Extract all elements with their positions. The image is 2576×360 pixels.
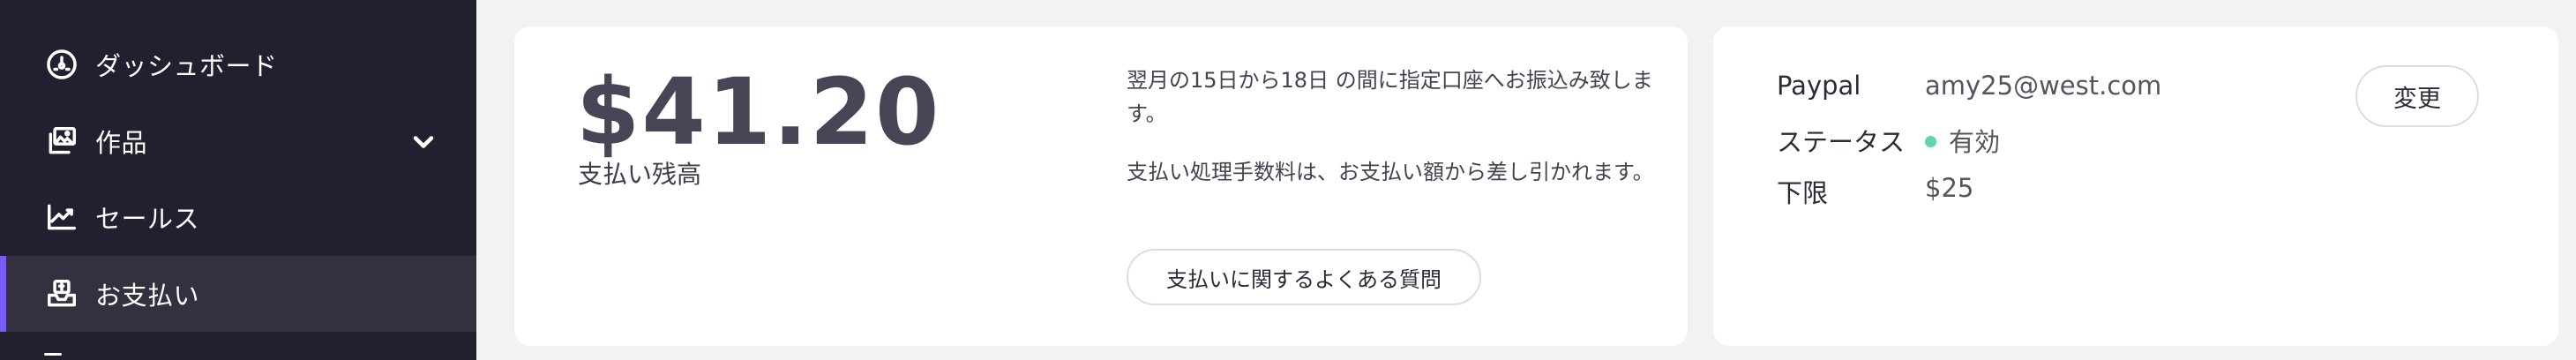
artwork-images-icon xyxy=(44,124,79,159)
dashboard-gauge-icon xyxy=(44,47,79,82)
payout-method-value: amy25@west.com xyxy=(1925,71,2162,101)
sidebar-item-label: 作品 xyxy=(95,128,148,158)
status-dot-icon xyxy=(1925,135,1936,147)
status-badge: 有効 xyxy=(1925,122,2000,159)
payout-fee-note: 支払い処理手数料は、お支払い額から差し引かれます。 xyxy=(1127,160,1654,184)
sidebar-item-works[interactable]: 作品 xyxy=(0,103,476,179)
payout-method-label: Paypal xyxy=(1777,71,1861,101)
sales-chart-icon xyxy=(44,199,79,235)
status-label: ステータス xyxy=(1777,127,1906,157)
sidebar: ダッシュボード 作品 セールス お支払い xyxy=(0,0,476,360)
chevron-down-icon[interactable] xyxy=(408,126,439,158)
payout-account-card: Paypal amy25@west.com ステータス 有効 下限 $25 変更 xyxy=(1713,26,2558,346)
sidebar-item-sales[interactable]: セールス xyxy=(0,179,476,255)
status-value: 有効 xyxy=(1949,127,2001,157)
sidebar-item-label: お支払い xyxy=(95,281,200,311)
balance-label: 支払い残高 xyxy=(578,160,702,189)
sidebar-item-label: セールス xyxy=(95,204,200,234)
sidebar-item-dashboard[interactable]: ダッシュボード xyxy=(0,26,476,102)
sidebar-item-cutoff xyxy=(44,346,256,360)
minimum-value: $25 xyxy=(1925,173,1974,203)
payment-tray-icon xyxy=(44,276,79,311)
balance-amount: $41.20 xyxy=(576,58,941,166)
payment-faq-button[interactable]: 支払いに関するよくある質問 xyxy=(1127,249,1481,305)
change-button[interactable]: 変更 xyxy=(2355,65,2479,127)
minimum-label: 下限 xyxy=(1777,178,1829,208)
sidebar-item-payments[interactable]: お支払い xyxy=(0,256,476,332)
sidebar-item-label: ダッシュボード xyxy=(95,51,278,81)
payout-schedule-note: 翌月の15日から18日 の間に指定口座へお振込み致します。 xyxy=(1127,68,1653,127)
balance-card: $41.20 支払い残高 翌月の15日から18日 の間に指定口座へお振込み致しま… xyxy=(514,26,1688,346)
